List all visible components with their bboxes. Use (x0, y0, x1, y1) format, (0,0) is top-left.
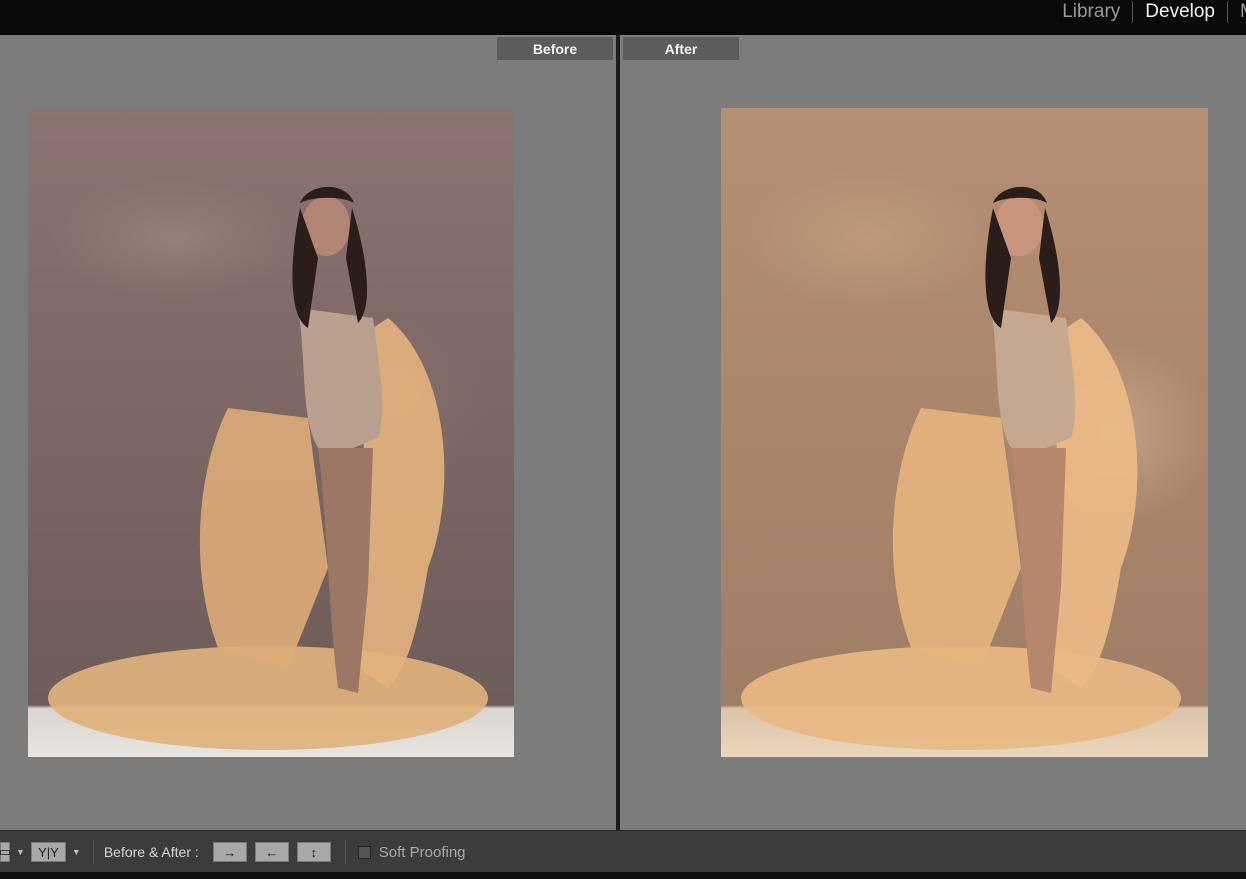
soft-proofing-checkbox[interactable] (357, 845, 371, 859)
filmstrip-edge (0, 872, 1246, 879)
bottom-toolbar: ▭ ▼ Y|Y ▼ Before & After : → ← ↕ Soft Pr… (0, 830, 1246, 873)
after-pane: After (620, 35, 1246, 830)
before-after-view-button[interactable]: Y|Y (30, 842, 66, 862)
after-label: After (623, 37, 739, 60)
toolbar-separator (344, 840, 346, 864)
swap-vertical-icon: ↕ (310, 844, 318, 860)
module-library[interactable]: Library (1050, 1, 1134, 23)
yy-view-icon: Y|Y (38, 844, 59, 860)
before-photo[interactable] (28, 108, 514, 757)
toolbar-separator (92, 840, 94, 864)
chevron-down-icon[interactable]: ▼ (16, 847, 25, 857)
before-label: Before (497, 37, 613, 60)
top-bar: Library Develop M (0, 0, 1246, 35)
module-picker: Library Develop M (1050, 0, 1246, 24)
copy-before-to-after-button[interactable]: → (212, 842, 247, 862)
after-photo-figure (741, 186, 1181, 750)
module-develop[interactable]: Develop (1133, 1, 1228, 23)
after-photo[interactable] (721, 108, 1208, 757)
arrow-left-icon: ← (265, 844, 279, 860)
before-pane: Before (0, 35, 616, 830)
loupe-icon: ▭ (0, 844, 12, 859)
chevron-down-icon[interactable]: ▼ (72, 847, 81, 857)
copy-after-to-before-button[interactable]: ← (254, 842, 289, 862)
module-map[interactable]: M (1228, 1, 1246, 23)
loupe-view-button[interactable]: ▭ (0, 842, 12, 862)
swap-before-after-button[interactable]: ↕ (296, 842, 331, 862)
soft-proofing-label[interactable]: Soft Proofing (379, 844, 466, 861)
before-photo-figure (48, 186, 488, 750)
arrow-right-icon: → (223, 844, 237, 860)
before-after-label: Before & After : (103, 844, 199, 860)
